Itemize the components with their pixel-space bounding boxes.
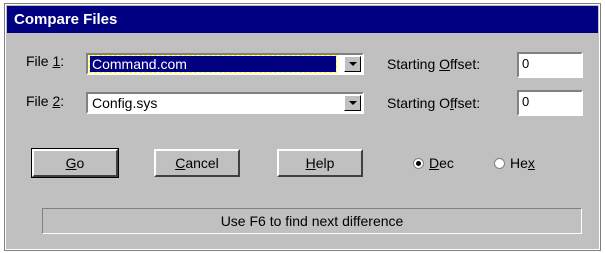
hex-radio[interactable]: Hex xyxy=(494,155,535,171)
file2-dropdown-arrow-icon[interactable] xyxy=(344,95,361,111)
file1-combobox[interactable]: Command.com xyxy=(86,53,364,75)
file1-label: File 1: xyxy=(26,53,65,69)
offset2-input[interactable]: 0 xyxy=(517,90,583,116)
offset1-input[interactable]: 0 xyxy=(517,52,583,78)
help-button[interactable]: Help xyxy=(277,149,363,177)
window-title: Compare Files xyxy=(14,11,118,28)
status-bar: Use F6 to find next difference xyxy=(42,208,582,234)
cancel-button[interactable]: Cancel xyxy=(154,149,240,177)
file2-combobox[interactable]: Config.sys xyxy=(86,92,364,114)
file2-label: File 2: xyxy=(26,93,65,109)
file1-dropdown-arrow-icon[interactable] xyxy=(344,56,361,72)
radio-empty-icon[interactable] xyxy=(494,158,505,169)
file2-value[interactable]: Config.sys xyxy=(90,95,336,111)
offset2-label: Starting Offset: xyxy=(387,95,481,111)
title-bar[interactable]: Compare Files xyxy=(7,6,598,33)
go-button[interactable]: Go xyxy=(31,148,119,178)
offset1-label: Starting Offset: xyxy=(387,56,481,72)
dec-radio[interactable]: Dec xyxy=(413,155,454,171)
compare-files-dialog: Compare Files File 1: Command.com Starti… xyxy=(4,3,601,251)
file1-value[interactable]: Command.com xyxy=(89,55,337,73)
radio-selected-icon[interactable] xyxy=(413,158,424,169)
